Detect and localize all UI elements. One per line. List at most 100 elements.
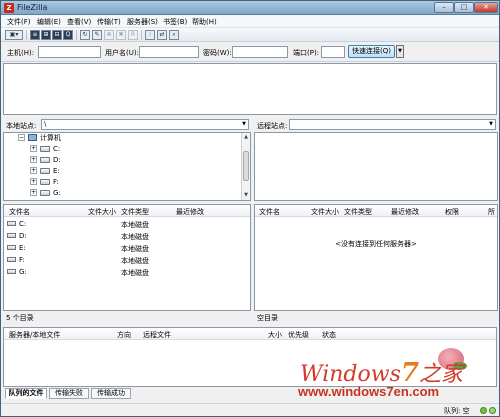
tree-item-drive[interactable]: + C: (30, 144, 90, 154)
disconnect-icon[interactable]: ✖ (116, 30, 126, 40)
drive-icon (40, 157, 50, 163)
remote-directory-tree[interactable] (254, 132, 498, 201)
column-header-status[interactable]: 状态 (322, 330, 336, 340)
quickconnect-button[interactable]: 快速连接(Q) (348, 45, 395, 58)
local-file-list[interactable]: 文件名 文件大小 文件类型 最近修改 C: 本地磁盘 D: 本地磁盘 E: 本地… (3, 204, 251, 311)
expand-icon[interactable]: + (30, 145, 37, 152)
column-header-filesize[interactable]: 文件大小 (311, 207, 339, 217)
column-header-modified[interactable]: 最近修改 (391, 207, 419, 217)
column-header-direction[interactable]: 方向 (117, 330, 131, 340)
collapse-icon[interactable]: − (18, 134, 25, 141)
local-path-input[interactable]: \ ▼ (41, 119, 249, 130)
expand-icon[interactable]: + (30, 167, 37, 174)
expand-icon[interactable]: + (30, 156, 37, 163)
remote-path-input[interactable]: ▼ (289, 119, 496, 130)
menu-help[interactable]: 帮助(H) (192, 17, 217, 27)
column-header-filesize[interactable]: 文件大小 (88, 207, 116, 217)
column-header-filename[interactable]: 文件名 (9, 207, 30, 217)
table-row[interactable]: E: 本地磁盘 (4, 242, 250, 254)
scroll-down-icon[interactable]: ▼ (242, 191, 250, 200)
remote-status-text: 空目录 (257, 314, 278, 322)
close-button[interactable]: ✕ (474, 2, 498, 13)
table-row[interactable]: G: 本地磁盘 (4, 266, 250, 278)
table-row[interactable]: F: 本地磁盘 (4, 254, 250, 266)
expand-icon[interactable]: + (30, 178, 37, 185)
site-manager-icon[interactable]: ▣▾ (5, 30, 23, 40)
refresh-icon[interactable]: ↻ (80, 30, 90, 40)
toggle-queue-icon[interactable]: Q (63, 30, 73, 40)
tab-queued-files[interactable]: 队列的文件 (5, 388, 47, 399)
tree-item-drive[interactable]: + F: (30, 177, 90, 187)
tree-item-label: E: (53, 167, 60, 175)
quickconnect-dropdown-button[interactable]: ▼ (396, 45, 404, 58)
minimize-button[interactable]: – (434, 2, 454, 13)
cancel-icon[interactable]: ⊗ (104, 30, 114, 40)
filter-icon[interactable]: ⫶ (145, 30, 155, 40)
maximize-button[interactable]: □ (454, 2, 474, 13)
toggle-tree-remote-icon[interactable]: ⊟ (52, 30, 62, 40)
menu-edit[interactable]: 编辑(E) (37, 17, 61, 27)
chevron-down-icon[interactable]: ▼ (487, 120, 495, 129)
menu-bookmarks[interactable]: 书签(B) (163, 17, 187, 27)
menu-bar: 文件(F) 编辑(E) 查看(V) 传输(T) 服务器(S) 书签(B) 帮助(… (1, 15, 499, 28)
menu-view[interactable]: 查看(V) (67, 17, 91, 27)
file-name: G: (19, 268, 27, 276)
tree-item-drive[interactable]: + E: (30, 166, 90, 176)
expand-icon[interactable]: + (30, 189, 37, 196)
local-directory-tree[interactable]: − 计算机 + C: + D: + E: + F: + G: ▲ ▼ (3, 132, 251, 201)
toolbar-separator (76, 30, 77, 40)
toggle-tree-local-icon[interactable]: ⊞ (41, 30, 51, 40)
local-file-list-header: 文件名 文件大小 文件类型 最近修改 (4, 205, 250, 217)
message-log[interactable] (3, 63, 497, 115)
host-input[interactable] (38, 46, 101, 58)
column-header-server-local-file[interactable]: 服务器/本地文件 (9, 330, 60, 340)
scroll-thumb[interactable] (243, 151, 249, 181)
reconnect-icon[interactable]: R (128, 30, 138, 40)
column-header-filetype[interactable]: 文件类型 (344, 207, 372, 217)
chevron-down-icon[interactable]: ▼ (240, 120, 248, 129)
toolbar-separator (26, 30, 27, 40)
toolbar-separator (141, 30, 142, 40)
tab-successful-transfers[interactable]: 传输成功 (91, 388, 131, 399)
menu-server[interactable]: 服务器(S) (127, 17, 158, 27)
menu-file[interactable]: 文件(F) (7, 17, 31, 27)
compare-icon[interactable]: ⇄ (157, 30, 167, 40)
port-input[interactable] (321, 46, 345, 58)
username-input[interactable] (139, 46, 199, 58)
column-header-permissions[interactable]: 权限 (445, 207, 459, 217)
search-icon[interactable]: ⌕ (169, 30, 179, 40)
tree-item-computer[interactable]: − 计算机 (18, 133, 108, 143)
drive-icon (7, 257, 16, 262)
column-header-size[interactable]: 大小 (268, 330, 282, 340)
filezilla-app-icon: Z (4, 3, 14, 13)
file-name: C: (19, 220, 27, 228)
column-header-owner[interactable]: 所 (488, 207, 495, 217)
drive-icon (40, 168, 50, 174)
not-connected-message: <没有连接到任何服务器> (335, 240, 417, 248)
table-row[interactable]: D: 本地磁盘 (4, 230, 250, 242)
quickconnect-bar: 主机(H): 用户名(U): 密码(W): 端口(P): 快速连接(Q) ▼ (1, 42, 499, 62)
tree-item-label: F: (53, 178, 59, 186)
tree-item-drive[interactable]: + G: (30, 188, 90, 198)
drive-icon (40, 146, 50, 152)
drive-icon (7, 245, 16, 250)
scroll-up-icon[interactable]: ▲ (242, 133, 250, 142)
title-bar[interactable]: Z FileZilla – □ ✕ (1, 1, 499, 15)
column-header-filename[interactable]: 文件名 (259, 207, 280, 217)
menu-transfer[interactable]: 传输(T) (97, 17, 121, 27)
tree-item-drive[interactable]: + D: (30, 155, 90, 165)
tree-item-label: G: (53, 189, 61, 197)
process-queue-icon[interactable]: ✎ (92, 30, 102, 40)
tree-scrollbar[interactable]: ▲ ▼ (241, 133, 250, 200)
table-row[interactable]: C: 本地磁盘 (4, 218, 250, 230)
column-header-modified[interactable]: 最近修改 (176, 207, 204, 217)
column-header-remote-file[interactable]: 远程文件 (143, 330, 171, 340)
tab-failed-transfers[interactable]: 传输失败 (49, 388, 89, 399)
column-header-priority[interactable]: 优先级 (288, 330, 309, 340)
remote-file-list[interactable]: 文件名 文件大小 文件类型 最近修改 权限 所 <没有连接到任何服务器> (254, 204, 498, 311)
windows7-watermark-logo: Windows7之家 www.windows7en.com (298, 348, 498, 406)
column-header-filetype[interactable]: 文件类型 (121, 207, 149, 217)
toggle-log-icon[interactable]: ≡ (30, 30, 40, 40)
tree-item-label: D: (53, 156, 61, 164)
password-input[interactable] (232, 46, 288, 58)
